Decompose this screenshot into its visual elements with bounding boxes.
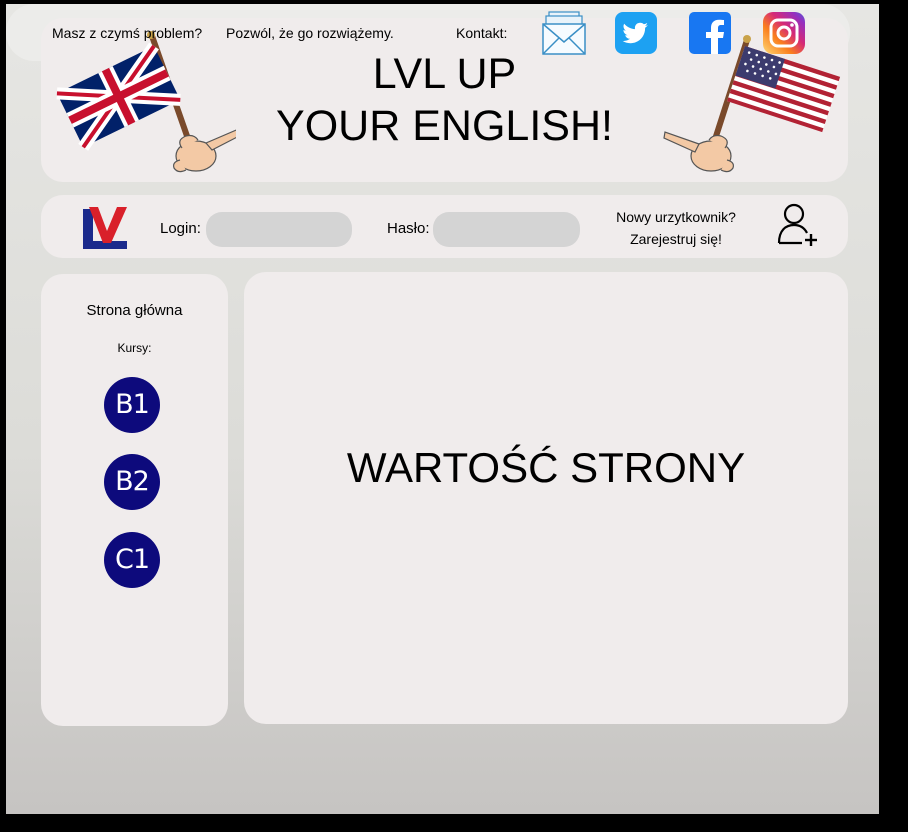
register-text[interactable]: Zarejestruj się!	[596, 228, 756, 250]
lvl-logo-icon[interactable]	[81, 205, 129, 251]
register-link[interactable]: Nowy urzytkownik? Zarejestruj się!	[596, 206, 756, 250]
instagram-icon[interactable]	[763, 12, 805, 54]
login-bar: Login: Hasło: Nowy urzytkownik? Zarejest…	[41, 195, 848, 258]
sidebar: Strona główna Kursy: B1 B2 C1	[41, 274, 228, 726]
course-b1-button[interactable]: B1	[104, 377, 160, 433]
add-user-icon[interactable]	[774, 201, 824, 249]
password-input[interactable]	[433, 212, 580, 247]
course-b2-button[interactable]: B2	[104, 454, 160, 510]
us-flag-icon	[653, 28, 843, 178]
course-c1-button[interactable]: C1	[104, 532, 160, 588]
mail-icon[interactable]	[541, 10, 587, 56]
solve-text: Pozwól, że go rozwiążemy.	[226, 25, 394, 41]
facebook-icon[interactable]	[689, 12, 731, 54]
password-label: Hasło:	[387, 220, 430, 237]
sidebar-item-home[interactable]: Strona główna	[41, 302, 228, 319]
contact-label: Kontakt:	[456, 25, 508, 41]
login-label: Login:	[160, 220, 201, 237]
page: LVL UP YOUR ENGLISH! Login: Hasło: Nowy …	[6, 4, 879, 814]
page-value-text: WARTOŚĆ STRONY	[346, 444, 746, 491]
twitter-icon[interactable]	[615, 12, 657, 54]
courses-label: Kursy:	[117, 341, 152, 355]
problem-text: Masz z czymś problem?	[52, 25, 203, 41]
main-content: WARTOŚĆ STRONY	[244, 272, 848, 724]
login-input[interactable]	[206, 212, 352, 247]
new-user-text: Nowy urzytkownik?	[616, 209, 736, 225]
